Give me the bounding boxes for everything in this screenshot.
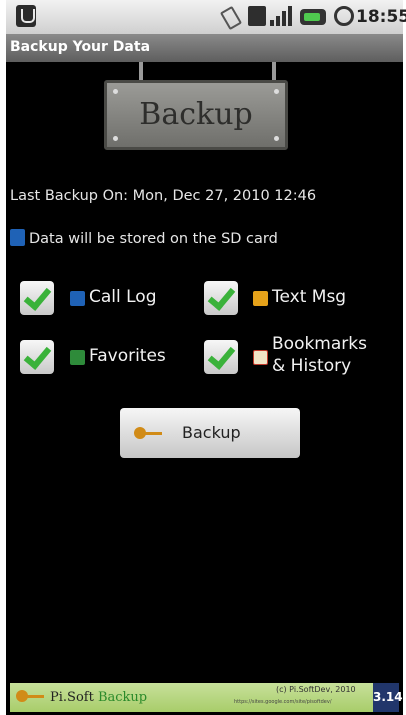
sd-card-icon bbox=[10, 229, 25, 246]
usb-icon bbox=[16, 5, 36, 27]
bookmarks-checkbox[interactable] bbox=[204, 340, 238, 374]
app-screen: 18:55 Backup Your Data Backup Last Backu… bbox=[6, 0, 406, 715]
bookmarks-label-line1: Bookmarks bbox=[272, 334, 367, 354]
alarm-icon bbox=[334, 6, 354, 26]
sign-chain-left bbox=[139, 62, 143, 82]
favorites-checkbox[interactable] bbox=[20, 340, 54, 374]
footer-brand: Pi.Soft Backup bbox=[50, 690, 147, 705]
key-icon bbox=[16, 690, 44, 702]
envelope-icon bbox=[253, 291, 268, 306]
data-transfer-icon bbox=[248, 6, 266, 26]
storage-note: Data will be stored on the SD card bbox=[10, 229, 278, 247]
last-backup-text: Last Backup On: Mon, Dec 27, 2010 12:46 bbox=[10, 188, 317, 204]
footer-url: https://sites.google.com/site/pisoftdev/ bbox=[234, 699, 332, 705]
battery-icon bbox=[300, 9, 326, 25]
vibrate-icon bbox=[220, 6, 238, 26]
sign-label: Backup bbox=[139, 97, 253, 132]
call-log-checkbox[interactable] bbox=[20, 281, 54, 315]
backup-sign: Backup bbox=[104, 80, 288, 150]
footer-banner: Pi.Soft Backup (c) Pi.SoftDev, 2010 http… bbox=[10, 683, 403, 712]
sign-chain-right bbox=[272, 62, 276, 82]
version-badge: 3.14 bbox=[373, 683, 403, 712]
key-icon bbox=[134, 427, 162, 439]
storage-note-text: Data will be stored on the SD card bbox=[29, 231, 278, 247]
call-log-label: Call Log bbox=[89, 287, 157, 307]
bookmarks-label-line2: & History bbox=[272, 356, 352, 376]
contact-icon bbox=[70, 350, 85, 365]
backup-button-label: Backup bbox=[182, 423, 241, 442]
signal-icon bbox=[270, 6, 294, 26]
status-bar: 18:55 bbox=[6, 0, 406, 34]
backup-button[interactable]: Backup bbox=[120, 408, 300, 458]
footer-copyright: (c) Pi.SoftDev, 2010 bbox=[276, 685, 356, 694]
page-title: Backup Your Data bbox=[10, 39, 151, 55]
status-time: 18:55 bbox=[356, 7, 406, 27]
favorites-label: Favorites bbox=[89, 346, 166, 366]
footer-brand-suffix: Backup bbox=[97, 690, 148, 705]
star-icon bbox=[253, 350, 268, 365]
title-bar: Backup Your Data bbox=[6, 34, 403, 62]
text-msg-checkbox[interactable] bbox=[204, 281, 238, 315]
text-msg-label: Text Msg bbox=[272, 287, 347, 307]
footer-brand-prefix: Pi.Soft bbox=[50, 690, 94, 705]
phone-icon bbox=[70, 291, 85, 306]
